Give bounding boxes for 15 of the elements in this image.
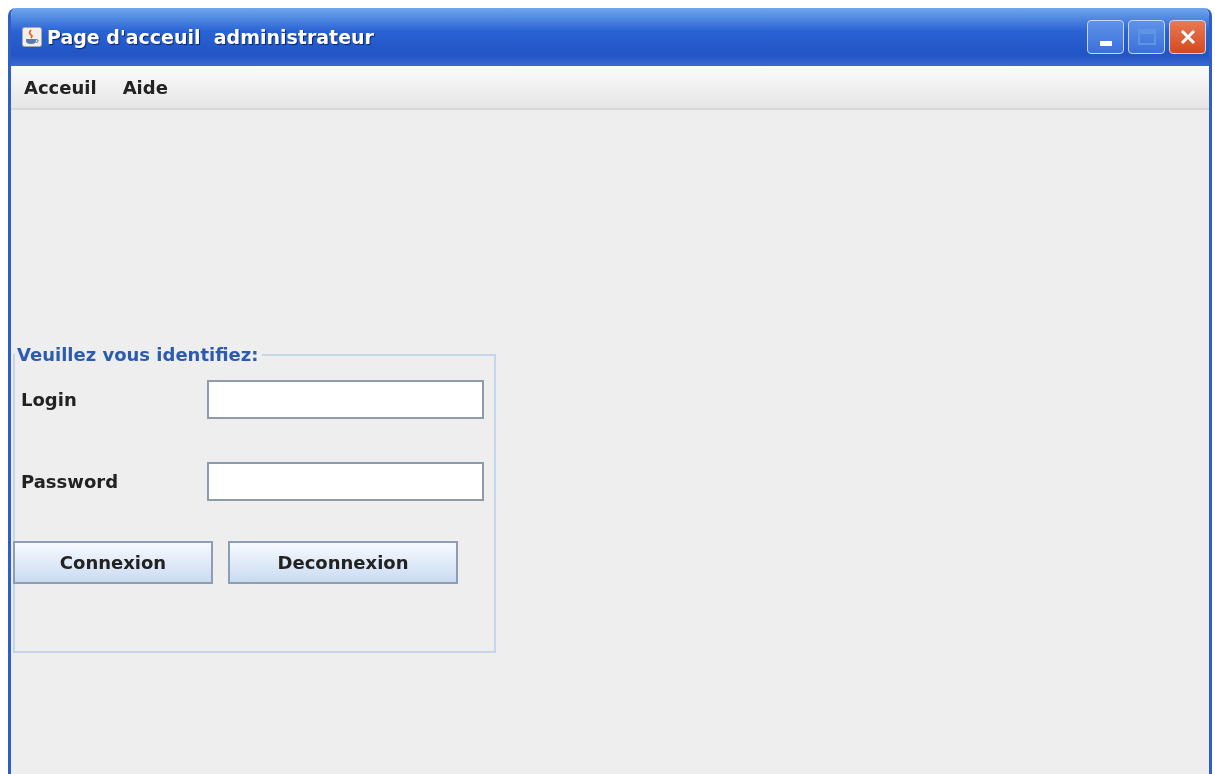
maximize-button[interactable] — [1128, 20, 1165, 54]
input-field[interactable] — [207, 461, 484, 501]
window-title: Page d'acceuil administrateur — [47, 26, 374, 48]
menu-item[interactable]: Acceuil — [24, 76, 97, 98]
action-button[interactable]: Connexion — [13, 541, 213, 584]
close-icon — [1178, 28, 1197, 46]
close-button[interactable] — [1169, 20, 1206, 54]
panel-title: Veuillez vous identifiez: — [16, 344, 260, 365]
field-label: Password — [21, 470, 120, 492]
coffee-cup-icon — [22, 27, 42, 47]
menu-item[interactable]: Aide — [122, 76, 168, 98]
input-field[interactable] — [207, 379, 484, 419]
minimize-button[interactable] — [1087, 20, 1124, 54]
field-label: Login — [21, 388, 78, 410]
action-button[interactable]: Deconnexion — [228, 541, 458, 584]
